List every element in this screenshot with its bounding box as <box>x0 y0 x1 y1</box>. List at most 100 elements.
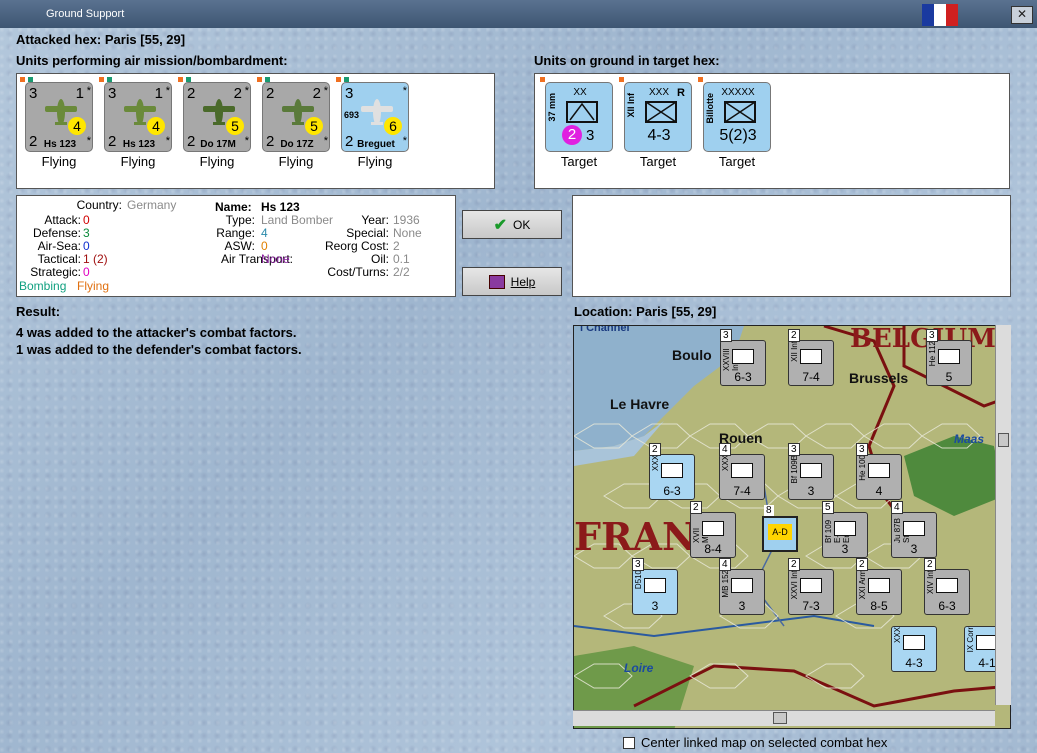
corner-marker <box>20 77 25 82</box>
unit-symbol-icon <box>800 463 822 478</box>
map-unit-counter[interactable]: D510 3 3 <box>632 558 678 615</box>
map-unit-counter[interactable]: XXI Arm 2 8-5 <box>856 558 902 615</box>
unit-name: Do 17M <box>200 139 236 150</box>
air-unit-card[interactable]: 3 1 * 4 2 Hs 123 * <box>20 77 93 152</box>
map-unit-counter[interactable]: XIV Inf 2 6-3 <box>924 558 970 615</box>
unit-symbol-icon <box>800 349 822 364</box>
air-unit-card[interactable]: 2 2 * 5 2 Do 17Z * <box>257 77 330 152</box>
map-unit-counter[interactable]: Bf 109 E-3 Emil53 <box>822 501 868 558</box>
map-unit-value: 3 <box>910 542 918 556</box>
map-unit-counter[interactable]: XXX 4 7-4 <box>719 443 765 500</box>
map-unit-counter[interactable]: Bf 109B 3 3 <box>788 443 834 500</box>
target-hex-stack[interactable]: A-D 8 <box>762 505 798 552</box>
map-unit-label: XII Inf <box>790 341 799 362</box>
air-units-label: Units performing air mission/bombardment… <box>16 53 288 68</box>
close-button[interactable]: ✕ <box>1011 6 1033 24</box>
map-unit-counter[interactable]: XVII Mot 2 8-4 <box>690 501 736 558</box>
special-value: None <box>393 226 422 240</box>
center-map-checkbox[interactable] <box>623 737 635 749</box>
target-marker: A-D <box>768 524 792 540</box>
unit-name: Hs 123 <box>122 139 156 150</box>
air-unit-card[interactable]: 3 1 * 4 2 Hs 123 * <box>99 77 172 152</box>
horizontal-scroll-thumb[interactable] <box>773 712 787 724</box>
map-vertical-scrollbar[interactable] <box>995 325 1011 705</box>
special-label: Special: <box>346 226 389 240</box>
star-icon: * <box>244 135 249 147</box>
ground-unit-card[interactable]: XXX XII Inf 4-3 R <box>619 77 692 152</box>
map-unit-value: 3 <box>651 599 659 613</box>
range-value: 4 <box>261 226 268 240</box>
asw-value: 0 <box>261 239 268 253</box>
mission-flying: Flying <box>77 279 110 293</box>
star-icon: * <box>244 85 249 97</box>
unit-symbol-icon <box>834 521 856 536</box>
map-unit-stack: 4 <box>719 558 731 571</box>
unit-top-left: 3 <box>108 85 117 102</box>
unit-details-panel: Country: Germany Attack: 0 Defense: 3 Ai… <box>16 195 456 297</box>
map-unit-counter[interactable]: He 112 3 5 <box>926 329 972 386</box>
map-unit-stack: 3 <box>856 443 868 456</box>
defense-label: Defense: <box>32 226 81 240</box>
map-unit-counter[interactable]: XXVI Inf 2 7-3 <box>788 558 834 615</box>
map-unit-label: Bf 109B <box>790 455 799 484</box>
map-label-channel: l Channel <box>580 325 630 334</box>
ground-unit-card[interactable]: XXXXX Billotte 5(2)3 <box>698 77 771 152</box>
map-unit-counter[interactable]: XXX 2 6-3 <box>649 443 695 500</box>
map-label-loire: Loire <box>624 661 654 675</box>
reorg-label: Reorg Cost: <box>324 239 389 253</box>
attacked-hex-label: Attacked hex: Paris [55, 29] <box>16 32 186 47</box>
map-unit-label: He 100 <box>858 455 867 481</box>
star-icon: * <box>165 135 170 147</box>
window-title: Ground Support <box>46 8 125 20</box>
stack-count: 8 <box>764 505 774 516</box>
map-unit-value: 8-5 <box>870 599 888 613</box>
help-label: Help <box>510 274 536 289</box>
corner-marker <box>178 77 183 82</box>
map-unit-stack: 2 <box>788 558 800 571</box>
unit-value: 5(2)3 <box>719 127 757 144</box>
map-unit-counter[interactable]: XXX 4-3 <box>891 626 937 672</box>
corner-marker <box>540 77 545 82</box>
map-unit-label: XXVI Inf <box>790 570 799 600</box>
country-label: Country: <box>76 198 122 212</box>
air-units-panel: 3 1 * 4 2 Hs 123 * Flying 3 1 * 4 2 Hs 123 * Flying 2 2 * 5… <box>16 73 495 189</box>
unit-type: 37 mm <box>547 93 557 122</box>
map-unit-label: XXX <box>893 627 902 644</box>
vertical-scroll-thumb[interactable] <box>998 433 1009 447</box>
reorg-value: 2 <box>393 239 400 253</box>
map-unit-value: 3 <box>807 484 815 498</box>
map-unit-label: MB 152 <box>721 570 730 598</box>
map-unit-stack: 3 <box>926 329 938 342</box>
map-unit-label: D510 <box>634 570 643 590</box>
location-label: Location: Paris [55, 29] <box>574 304 717 319</box>
air-unit-card[interactable]: 2 2 * 5 2 Do 17M * <box>178 77 251 152</box>
map-unit-counter[interactable]: Ju 87B Stuka43 <box>891 501 937 558</box>
ground-units-panel: XX 37 mm 2 3 Target XXX XII Inf 4-3 R Target XXXXX… <box>534 73 1010 189</box>
map-unit-counter[interactable]: MB 152 4 3 <box>719 558 765 615</box>
unit-symbol-icon <box>731 463 753 478</box>
unit-symbol-icon <box>936 578 958 593</box>
book-icon <box>488 274 505 289</box>
map-unit-counter[interactable]: He 100 3 4 <box>856 443 902 500</box>
unit-value: 5 <box>305 117 323 135</box>
map-horizontal-scrollbar[interactable] <box>573 710 995 726</box>
help-button[interactable]: Help <box>462 267 562 296</box>
air-unit-status: Flying <box>120 154 156 169</box>
air-unit-card[interactable]: 3 * 693 6 2 Breguet * <box>336 77 409 152</box>
unit-top-left: 3 <box>29 85 38 102</box>
disruption-marker: 2 <box>562 125 582 145</box>
ground-unit-card[interactable]: XX 37 mm 2 3 <box>540 77 613 152</box>
map-unit-counter[interactable]: XXVIII Inf 3 6-3 <box>720 329 766 386</box>
tactical-label: Tactical: <box>37 252 81 266</box>
map-unit-label: XXX <box>721 455 730 472</box>
map-unit-value: 5 <box>945 370 953 384</box>
infantry-symbol-icon <box>645 101 677 123</box>
linked-map[interactable]: l Channel Boulo Brussels Le Havre Rouen … <box>573 325 1011 729</box>
ok-button[interactable]: ✔ OK <box>462 210 562 239</box>
result-label: Result: <box>16 304 61 319</box>
map-label-belgium: BELGIUM <box>850 325 996 354</box>
corner-marker <box>698 77 703 82</box>
map-unit-counter[interactable]: XII Inf 2 7-4 <box>788 329 834 386</box>
star-icon: * <box>402 135 407 147</box>
year-label: Year: <box>361 213 389 227</box>
